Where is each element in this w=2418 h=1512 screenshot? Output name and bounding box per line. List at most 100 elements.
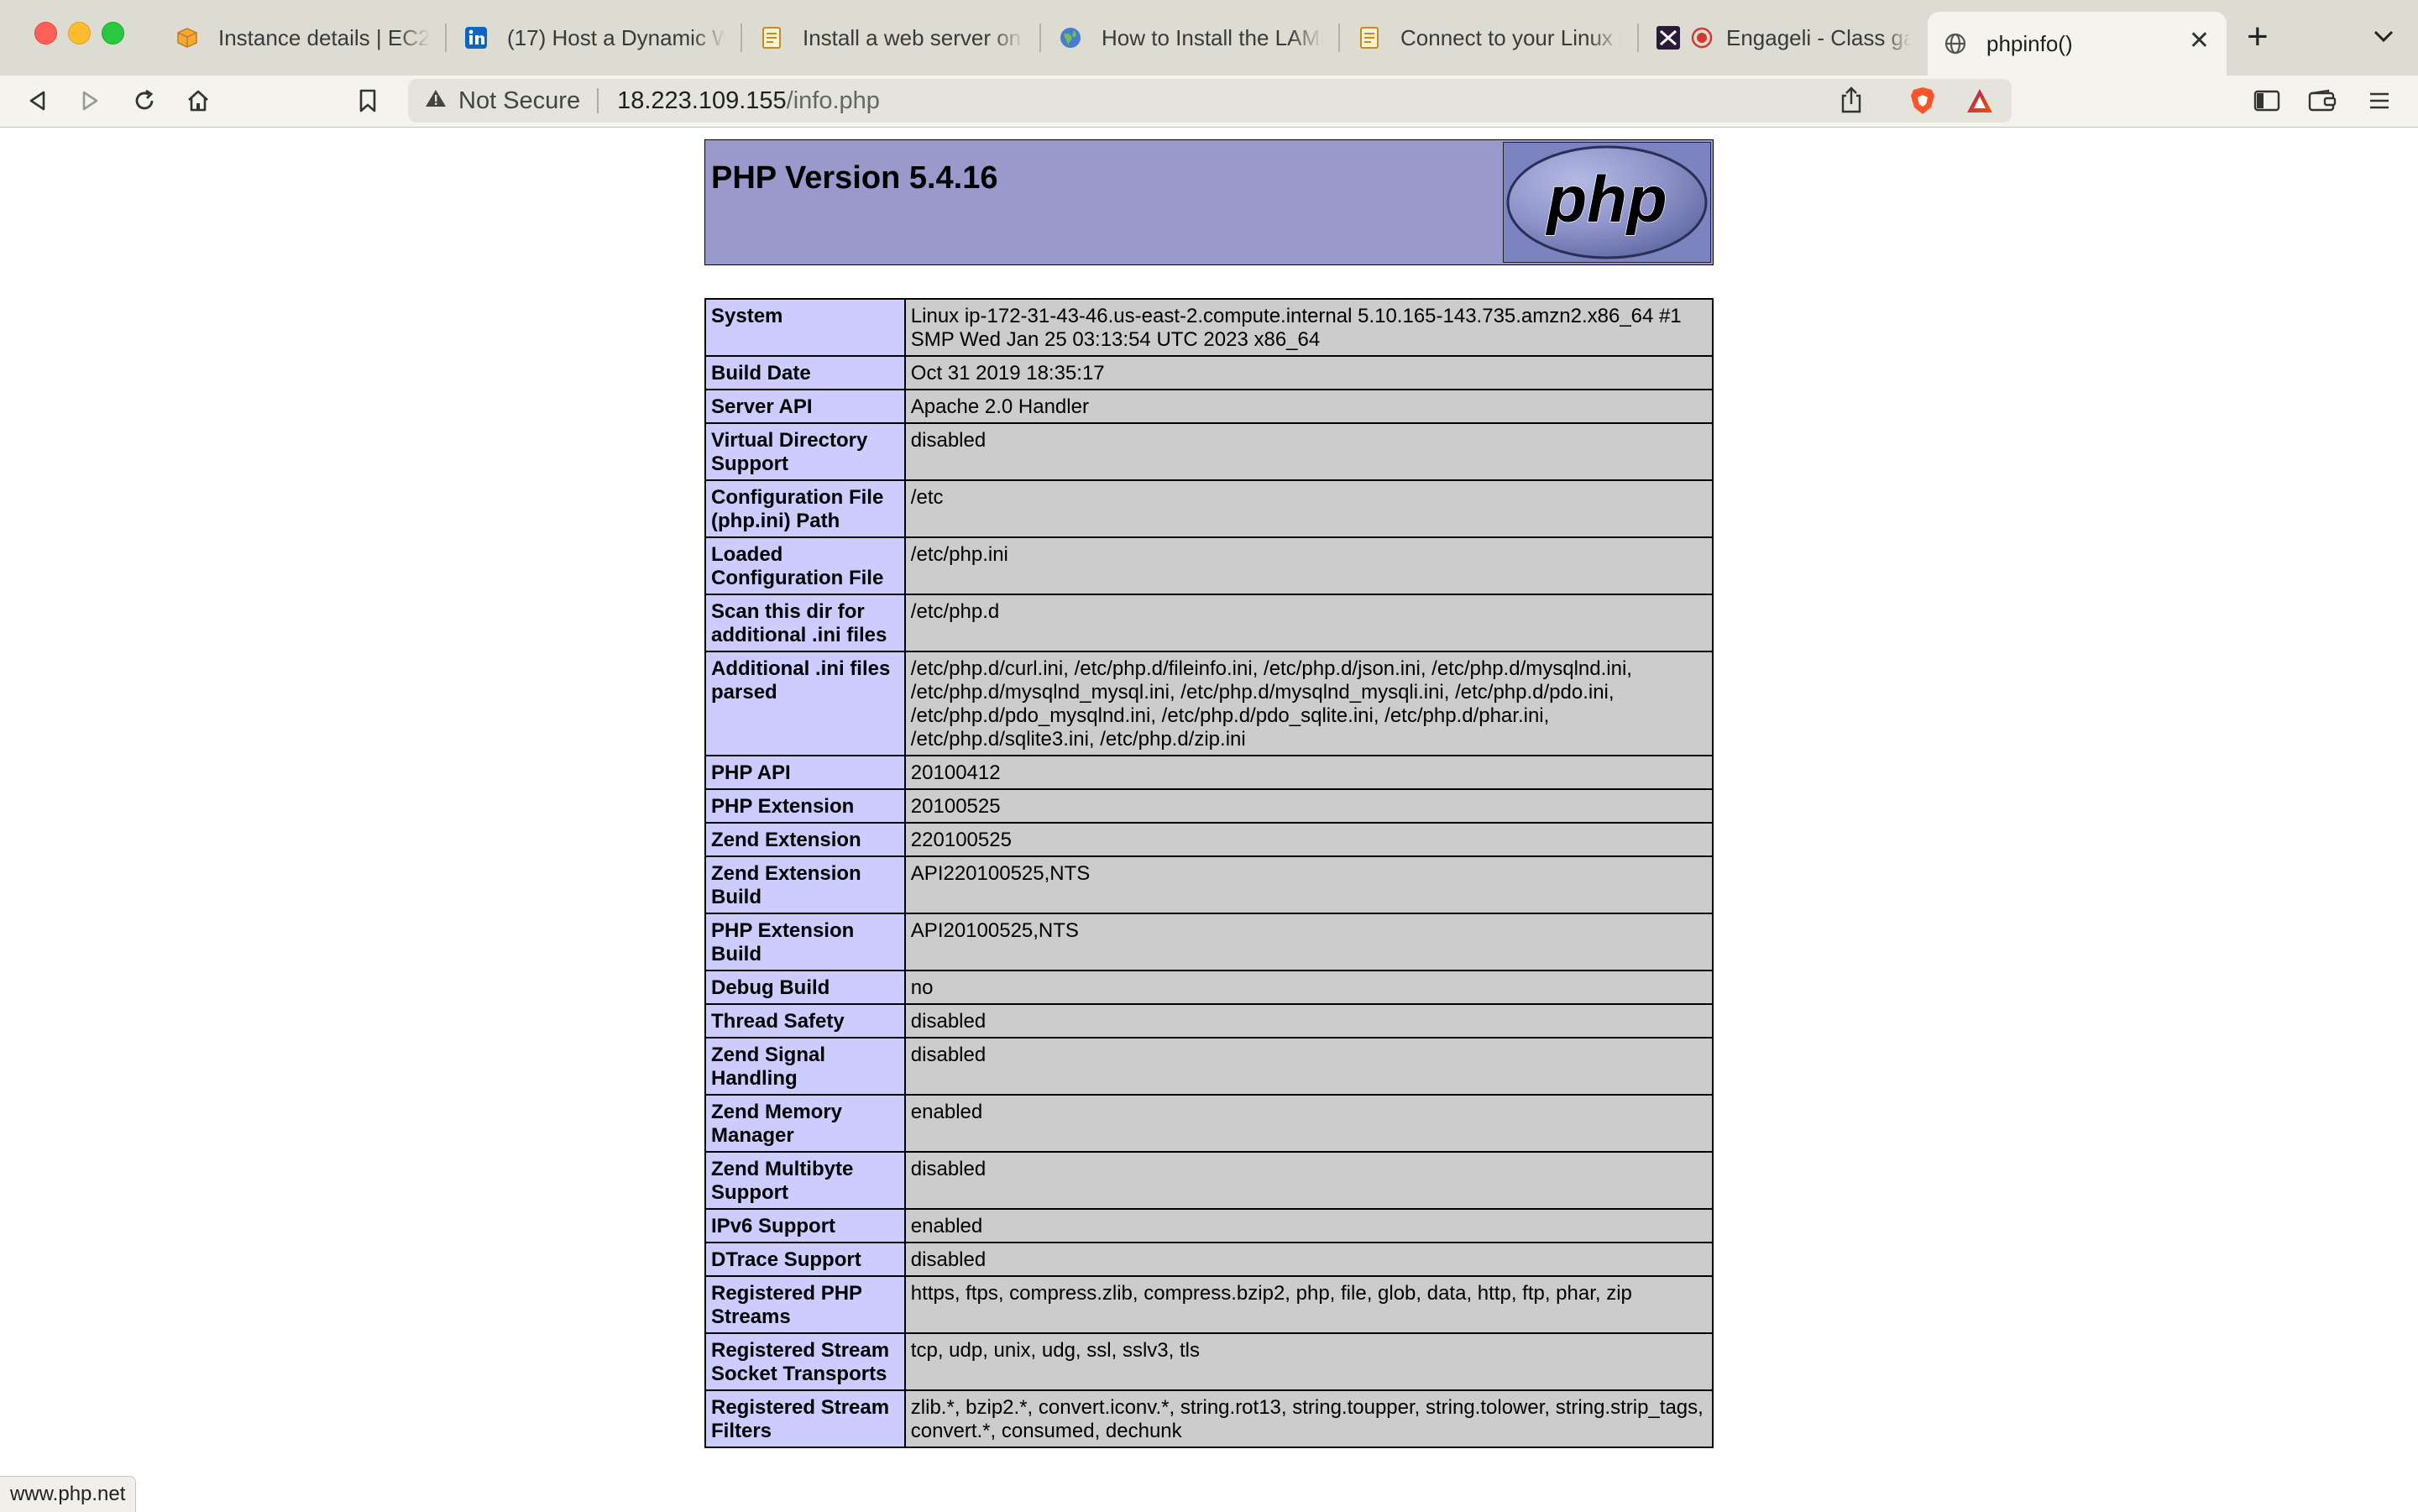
setting-name: PHP Extension: [704, 788, 906, 824]
setting-value: API20100525,NTS: [903, 913, 1714, 971]
window-maximize-button[interactable]: [102, 22, 124, 44]
setting-name: Zend Signal Handling: [704, 1037, 906, 1096]
tab-separator: [1637, 24, 1639, 52]
setting-name: Virtual Directory Support: [704, 422, 906, 481]
recording-icon: [1689, 25, 1714, 50]
table-row: Zend Memory Manager enabled: [704, 1094, 1714, 1153]
setting-name: Registered Stream Socket Transports: [704, 1332, 906, 1391]
setting-value: zlib.*, bzip2.*, convert.iconv.*, string…: [903, 1389, 1714, 1448]
window-close-button[interactable]: [34, 22, 57, 44]
table-row: Loaded Configuration File/etc/php.ini: [704, 536, 1714, 595]
table-row: Build Date Oct 31 2019 18:35:17: [704, 355, 1714, 390]
phpinfo-header: PHP Version 5.4.16 php: [704, 139, 1714, 265]
setting-name: PHP API: [704, 755, 906, 790]
setting-value: 20100412: [903, 755, 1714, 790]
setting-value: Apache 2.0 Handler: [903, 389, 1714, 424]
back-arrow-icon[interactable]: [22, 86, 52, 116]
setting-value: Linux ip-172-31-43-46.us-east-2.compute.…: [903, 298, 1714, 357]
table-row: Registered PHP Streams https, ftps, compr…: [704, 1275, 1714, 1334]
tab-install-lamp[interactable]: How to Install the LAMP: [1043, 12, 1338, 64]
home-icon[interactable]: [183, 86, 213, 116]
sidebar-toggle-icon[interactable]: [2252, 86, 2282, 116]
setting-name: Scan this dir for additional .ini files: [704, 594, 906, 652]
table-row: Server API Apache 2.0 Handler: [704, 389, 1714, 424]
table-row: Configuration File (php.ini) Path/etc: [704, 479, 1714, 538]
tab-list-chevron-down-icon[interactable]: [2373, 22, 2394, 50]
url-path: /info.php: [786, 86, 880, 114]
table-row: IPv6 Support enabled: [704, 1208, 1714, 1243]
tab-phpinfo[interactable]: phpinfo() ✕: [1928, 12, 2227, 76]
globe-icon: [1943, 31, 1968, 56]
aws-box-icon: [175, 25, 200, 50]
tab-separator: [445, 24, 447, 52]
setting-name: Debug Build: [704, 970, 906, 1005]
table-row: System Linux ip-172-31-43-46.us-east-2.co…: [704, 298, 1714, 357]
setting-value: tcp, udp, unix, udg, ssl, sslv3, tls: [903, 1332, 1714, 1391]
linkedin-icon: [463, 25, 489, 50]
page-content: PHP Version 5.4.16 php System Linux ip-17…: [0, 128, 2418, 1511]
table-row: Zend Extension Build API220100525,NTS: [704, 855, 1714, 914]
setting-value: /etc/php.d/curl.ini, /etc/php.d/fileinfo…: [903, 651, 1714, 756]
hamburger-menu-icon[interactable]: [2364, 86, 2394, 116]
table-row: Registered Stream Filters zlib.*, bzip2.*…: [704, 1389, 1714, 1448]
setting-name: Registered PHP Streams: [704, 1275, 906, 1334]
setting-value: enabled: [903, 1094, 1714, 1153]
setting-name: Server API: [704, 389, 906, 424]
setting-value: no: [903, 970, 1714, 1005]
table-row: PHP Extension Build API20100525,NTS: [704, 913, 1714, 971]
setting-value: disabled: [903, 1003, 1714, 1039]
table-row: Zend Multibyte Support disabled: [704, 1151, 1714, 1210]
setting-name: Additional .ini files parsed: [704, 651, 906, 756]
brave-shields-icon[interactable]: [1908, 86, 1938, 116]
tab-close-icon[interactable]: ✕: [2189, 29, 2210, 54]
setting-name: Zend Extension: [704, 822, 906, 857]
table-row: Registered Stream Socket Transports tcp, …: [704, 1332, 1714, 1391]
wallet-icon[interactable]: [2307, 86, 2337, 116]
aws-docs-icon: [759, 25, 784, 50]
url-host: 18.223.109.155: [617, 86, 787, 114]
engageli-icon: [1656, 25, 1681, 50]
table-row: PHP API 20100412: [704, 755, 1714, 790]
setting-name: DTrace Support: [704, 1242, 906, 1277]
tab-install-web-server[interactable]: Install a web server on y: [744, 12, 1039, 64]
bookmark-icon[interactable]: [353, 86, 383, 116]
setting-value: API220100525,NTS: [903, 855, 1714, 914]
security-label[interactable]: Not Secure: [458, 87, 580, 115]
tab-separator: [1039, 24, 1041, 52]
table-row: PHP Extension 20100525: [704, 788, 1714, 824]
setting-value: https, ftps, compress.zlib, compress.bzi…: [903, 1275, 1714, 1334]
tab-separator: [1338, 24, 1340, 52]
setting-name: IPv6 Support: [704, 1208, 906, 1243]
table-row: Zend Signal Handling disabled: [704, 1037, 1714, 1096]
table-row: Additional .ini files parsed/etc/php.d/c…: [704, 651, 1714, 756]
setting-value: disabled: [903, 1151, 1714, 1210]
table-row: Virtual Directory Support disabled: [704, 422, 1714, 481]
reload-icon[interactable]: [129, 86, 160, 116]
tab-ec2-instance[interactable]: Instance details | EC2 Ma: [160, 12, 445, 64]
table-row: Scan this dir for additional .ini files /…: [704, 594, 1714, 652]
setting-name: Configuration File (php.ini) Path: [704, 479, 906, 538]
setting-value: /etc/php.ini: [903, 536, 1714, 595]
brave-rewards-icon[interactable]: [1965, 86, 1995, 116]
globe-icon: [1058, 25, 1083, 50]
setting-name: PHP Extension Build: [704, 913, 906, 971]
forward-arrow-icon[interactable]: [76, 86, 106, 116]
setting-value: /etc/php.d: [903, 594, 1714, 652]
address-bar[interactable]: Not Secure 18.223.109.155/info.php: [408, 79, 2012, 123]
setting-name: Thread Safety: [704, 1003, 906, 1039]
browser-chrome: Instance details | EC2 Ma (17) Host a Dy…: [0, 0, 2418, 128]
window-minimize-button[interactable]: [68, 22, 91, 44]
setting-name: Build Date: [704, 355, 906, 390]
table-row: Zend Extension 220100525: [704, 822, 1714, 857]
setting-value: Oct 31 2019 18:35:17: [903, 355, 1714, 390]
aws-docs-icon: [1357, 25, 1382, 50]
share-icon[interactable]: [1839, 86, 1869, 116]
warning-triangle-icon: [425, 88, 447, 114]
new-tab-button[interactable]: +: [2247, 18, 2269, 55]
tab-engageli[interactable]: Engageli - Class galle: [1641, 12, 1926, 64]
page-title: PHP Version 5.4.16: [711, 160, 998, 196]
php-logo-link[interactable]: php: [1503, 142, 1711, 263]
tab-linkedin[interactable]: (17) Host a Dynamic Web: [448, 12, 741, 64]
tab-connect-linux[interactable]: Connect to your Linux in: [1342, 12, 1637, 64]
setting-name: Registered Stream Filters: [704, 1389, 906, 1448]
